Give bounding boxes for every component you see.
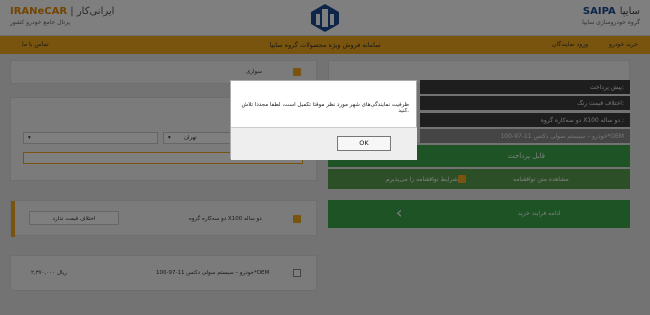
alert-message: ظرفیت نمایندگی‌های شهر مورد نظر موقتا تک… — [241, 102, 409, 114]
alert-dialog: ظرفیت نمایندگی‌های شهر مورد نظر موقتا تک… — [230, 80, 417, 160]
ok-button[interactable]: OK — [337, 136, 391, 151]
alert-footer: OK — [231, 127, 417, 160]
